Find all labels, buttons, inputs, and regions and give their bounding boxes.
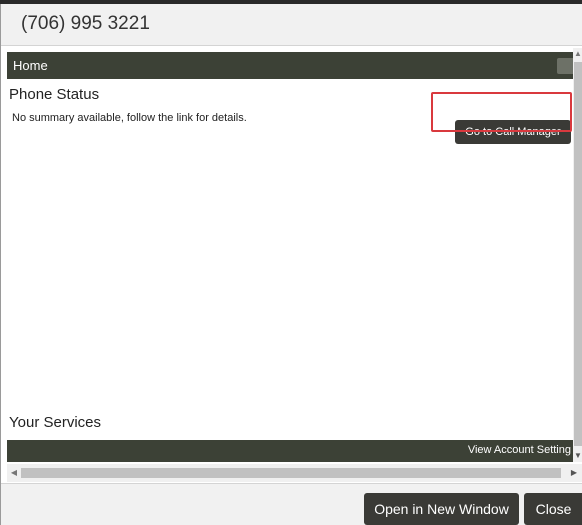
phone-status-summary: No summary available, follow the link fo… — [12, 112, 247, 124]
view-account-settings-link[interactable]: View Account Setting — [468, 444, 571, 456]
services-bar: View Account Setting — [7, 440, 573, 462]
horizontal-scrollbar[interactable]: ◀ ▶ — [7, 464, 582, 482]
phone-status-title: Phone Status — [9, 86, 100, 103]
home-label[interactable]: Home — [13, 58, 48, 73]
scroll-right-arrow-icon[interactable]: ▶ — [569, 467, 579, 479]
content-frame: Home Phone Status No summary available, … — [7, 48, 582, 482]
horizontal-scroll-thumb[interactable] — [21, 468, 561, 478]
open-in-new-window-button[interactable]: Open in New Window — [364, 493, 519, 525]
scroll-left-arrow-icon[interactable]: ◀ — [9, 467, 19, 479]
home-bar: Home — [7, 52, 573, 79]
dialog-title-bar: (706) 995 3221 — [1, 4, 582, 46]
home-menu-toggle[interactable] — [557, 58, 573, 74]
dialog-footer: Open in New Window Close — [1, 483, 582, 525]
dialog-title: (706) 995 3221 — [21, 13, 150, 34]
go-to-call-manager-button[interactable]: Go to Call Manager — [455, 120, 571, 144]
your-services-title: Your Services — [9, 414, 101, 431]
close-button[interactable]: Close — [524, 493, 582, 525]
vertical-scrollbar[interactable]: ▲ ▼ — [573, 48, 582, 462]
scroll-down-arrow-icon[interactable]: ▼ — [573, 450, 582, 462]
phone-dialog: (706) 995 3221 Home Phone Status No summ… — [0, 4, 582, 525]
scroll-up-arrow-icon[interactable]: ▲ — [573, 48, 582, 60]
vertical-scroll-thumb[interactable] — [574, 62, 582, 446]
